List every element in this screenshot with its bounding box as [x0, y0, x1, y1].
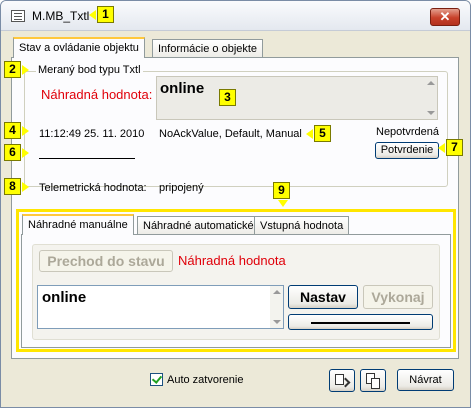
wide-action-button[interactable] — [288, 314, 433, 330]
status-flags: NoAckValue, Default, Manual — [159, 128, 302, 140]
badge-arrow-8 — [22, 182, 29, 192]
tab-manual[interactable]: Náhradné manuálne — [22, 214, 134, 235]
callout-badge-8: 8 — [4, 178, 21, 195]
telemetry-label: Telemetrická hodnota: — [39, 182, 147, 194]
return-button[interactable]: Návrat — [397, 369, 454, 391]
tab-informacie[interactable]: Informácie o objekte — [152, 39, 264, 58]
callout-badge-7: 7 — [446, 139, 463, 156]
title-bar: M.MB_Txtl ✕ — [1, 1, 470, 31]
ack-state: Nepotvrdená — [376, 126, 439, 138]
callout-badge-3: 3 — [219, 89, 236, 106]
manual-value-input[interactable]: online — [37, 285, 284, 329]
close-button[interactable]: ✕ — [430, 8, 460, 26]
telemetry-value: pripojený — [159, 182, 204, 194]
window-title: M.MB_Txtl — [32, 9, 90, 23]
tab-input-value[interactable]: Vstupná hodnota — [254, 216, 350, 235]
confirm-button[interactable]: Potvrdenie — [375, 142, 439, 159]
callout-badge-4: 4 — [4, 122, 21, 139]
dialog-window: M.MB_Txtl ✕ 1 Stav a ovládanie objektu I… — [0, 0, 471, 408]
set-button[interactable]: Nastav — [288, 285, 358, 309]
callout-badge-2: 2 — [4, 61, 21, 78]
badge-arrow-5 — [306, 129, 313, 139]
timestamp: 11:12:49 25. 11. 2010 — [39, 128, 145, 140]
group-title: Meraný bod typu Txtl — [36, 64, 143, 76]
badge-arrow-1 — [89, 10, 96, 20]
tab-automatic[interactable]: Náhradné automatické — [137, 216, 260, 235]
auto-close-label: Auto zatvorenie — [167, 374, 244, 386]
callout-badge-1: 1 — [97, 6, 114, 23]
manual-value-scrollbar[interactable] — [270, 286, 283, 328]
substitute-scrollbar[interactable] — [424, 77, 437, 119]
execute-button[interactable]: Vykonaj — [363, 285, 433, 309]
badge-arrow-6 — [22, 148, 29, 158]
copy-button[interactable] — [329, 369, 355, 392]
manual-value: online — [42, 289, 87, 306]
badge-arrow-9 — [278, 200, 288, 207]
callout-badge-9: 9 — [273, 182, 290, 199]
callout-badge-6: 6 — [4, 144, 21, 161]
callout-badge-5: 5 — [314, 125, 331, 142]
manual-panel: Prechod do stavu Náhradná hodnota online… — [21, 234, 451, 348]
badge-arrow-4 — [22, 126, 29, 136]
substitute-value: online — [160, 80, 205, 97]
substitute-label: Náhradná hodnota: — [41, 87, 153, 102]
empty-value-line — [39, 158, 135, 159]
transition-label: Náhradná hodnota — [178, 253, 286, 268]
badge-arrow-7 — [438, 143, 445, 153]
tab-stav-ovladanie[interactable]: Stav a ovládanie objektu — [13, 37, 145, 58]
app-window-icon — [11, 10, 25, 22]
paste-button[interactable] — [360, 369, 386, 392]
transition-button[interactable]: Prechod do stavu — [39, 250, 173, 272]
badge-arrow-2 — [22, 65, 29, 75]
substitute-value-box: online — [156, 76, 438, 120]
auto-close-checkbox[interactable] — [150, 373, 163, 386]
